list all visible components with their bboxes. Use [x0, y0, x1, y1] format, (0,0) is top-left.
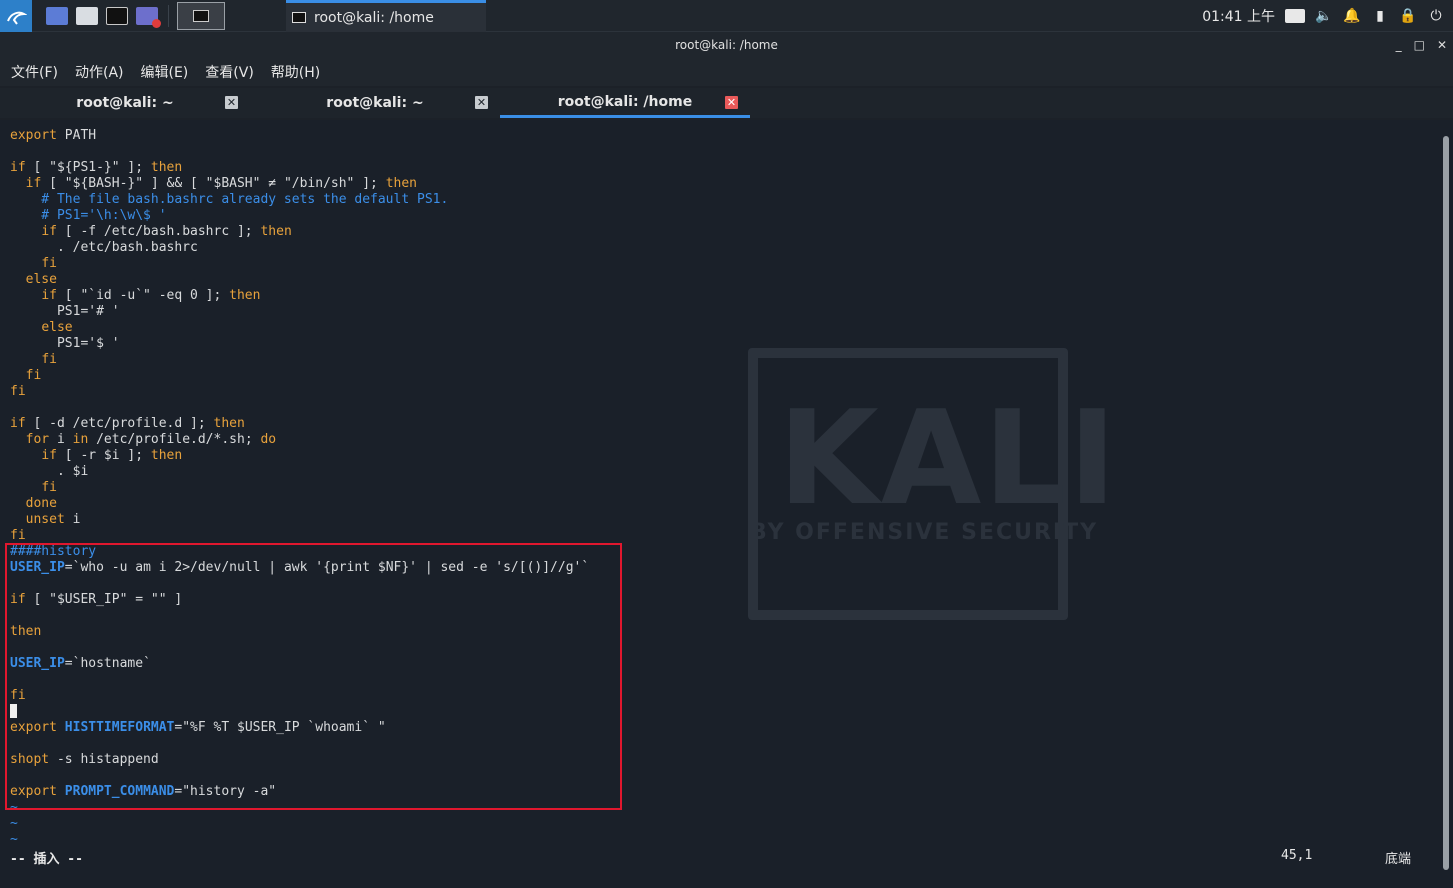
minimize-button[interactable]: _	[1396, 38, 1402, 52]
code-line: else	[25, 272, 57, 287]
code-line: if [ "${PS1-}" ]; then	[10, 160, 183, 175]
panel-separator	[168, 4, 169, 27]
screen-recorder-icon[interactable]	[136, 6, 161, 28]
code-line: . /etc/bash.bashrc	[10, 240, 198, 255]
text-cursor	[10, 704, 17, 718]
battery-icon[interactable]: ▮	[1371, 8, 1389, 24]
clock[interactable]: 01:41 上午	[1202, 6, 1275, 26]
menubar: 文件(F) 动作(A) 编辑(E) 查看(V) 帮助(H)	[0, 58, 1453, 86]
code-line: unset i	[25, 512, 81, 527]
window-title: root@kali: /home	[675, 38, 778, 52]
top-panel: root@kali: /home 01:41 上午 🔈 🔔 ▮ 🔒 ⏻	[0, 0, 1453, 32]
code-line: else	[41, 320, 73, 335]
scroll-position: 底端	[1385, 852, 1412, 867]
taskbar-task-label: root@kali: /home	[314, 9, 434, 26]
menu-file[interactable]: 文件(F)	[11, 62, 58, 82]
terminal-launcher-icon[interactable]	[106, 6, 128, 25]
code-line: done	[25, 496, 57, 511]
keyboard-layout-icon[interactable]	[1285, 9, 1305, 23]
desktop-icon[interactable]	[46, 6, 68, 25]
system-tray: 01:41 上午 🔈 🔔 ▮ 🔒 ⏻	[1202, 0, 1453, 32]
tab-root-home-dir[interactable]: root@kali: /home ✕	[500, 88, 750, 118]
cursor-position: 45,1	[1281, 848, 1313, 863]
power-icon[interactable]: ⏻	[1427, 8, 1445, 24]
menu-edit[interactable]: 编辑(E)	[141, 62, 189, 82]
code-line: fi	[25, 368, 42, 383]
tab-bar: root@kali: ~ ✕ root@kali: ~ ✕ root@kali:…	[0, 88, 1453, 118]
code-line: PS1='$ '	[10, 336, 120, 351]
tab-label: root@kali: ~	[76, 95, 174, 111]
terminal-scrollbar[interactable]	[1440, 120, 1453, 888]
code-line: ~	[10, 816, 18, 831]
tab-root-home-1[interactable]: root@kali: ~ ✕	[0, 88, 250, 118]
code-line: # The file bash.bashrc already sets the …	[10, 192, 449, 207]
code-line: if [ -f /etc/bash.bashrc ]; then	[41, 224, 292, 239]
code-line: if [ "${BASH-}" ] && [ "$BASH" ≠ "/bin/s…	[25, 176, 417, 191]
close-tab-icon[interactable]: ✕	[475, 96, 488, 109]
tab-root-home-2[interactable]: root@kali: ~ ✕	[250, 88, 500, 118]
code-line: # PS1='\h:\w\$ '	[10, 208, 167, 223]
code-line: export PATH	[10, 128, 97, 143]
code-line: if [ -r $i ]; then	[41, 448, 183, 463]
tab-label: root@kali: /home	[557, 93, 693, 110]
menu-help[interactable]: 帮助(H)	[271, 62, 320, 82]
vim-mode-indicator: -- 插入 --	[10, 852, 83, 867]
code-line: fi	[41, 480, 57, 495]
code-line: ​	[10, 144, 589, 160]
kali-logo-text: KALI	[778, 382, 1119, 534]
workspace-switcher[interactable]	[177, 1, 225, 30]
kali-tagline: BY OFFENSIVE SECURITY	[750, 520, 1099, 545]
menu-action[interactable]: 动作(A)	[75, 62, 124, 82]
volume-icon[interactable]: 🔈	[1315, 8, 1333, 24]
menu-view[interactable]: 查看(V)	[205, 62, 254, 82]
close-button[interactable]: ✕	[1437, 38, 1447, 52]
close-tab-icon[interactable]: ✕	[725, 96, 738, 109]
code-line: ​	[10, 400, 589, 416]
code-line: fi	[10, 528, 26, 543]
lock-icon[interactable]: 🔒	[1399, 8, 1417, 24]
notification-bell-icon[interactable]: 🔔	[1343, 8, 1361, 24]
highlight-annotation-box	[5, 543, 622, 810]
maximize-button[interactable]: □	[1414, 38, 1425, 52]
code-line: if [ -d /etc/profile.d ]; then	[10, 416, 245, 431]
taskbar-task-terminal[interactable]: root@kali: /home	[286, 0, 486, 32]
code-line: ~	[10, 832, 18, 847]
workspace-thumbnail	[193, 9, 209, 22]
terminal-icon	[292, 12, 306, 23]
scrollbar-thumb[interactable]	[1443, 136, 1449, 870]
file-manager-icon[interactable]	[76, 6, 98, 25]
code-line: fi	[41, 256, 57, 271]
code-line: fi	[10, 384, 26, 399]
code-line: for i in /etc/profile.d/*.sh; do	[25, 432, 277, 447]
terminal-view[interactable]: KALI BY OFFENSIVE SECURITY export PATH​i…	[0, 120, 1440, 888]
window-controls: _ □ ✕	[1396, 32, 1447, 58]
code-line: . $i	[10, 464, 89, 479]
tab-label: root@kali: ~	[326, 95, 424, 111]
window-titlebar: root@kali: /home _ □ ✕	[0, 32, 1453, 58]
close-tab-icon[interactable]: ✕	[225, 96, 238, 109]
code-line: fi	[41, 352, 57, 367]
code-line: PS1='# '	[10, 304, 120, 319]
code-line: if [ "`id -u`" -eq 0 ]; then	[41, 288, 261, 303]
kali-menu-icon[interactable]	[0, 0, 32, 32]
